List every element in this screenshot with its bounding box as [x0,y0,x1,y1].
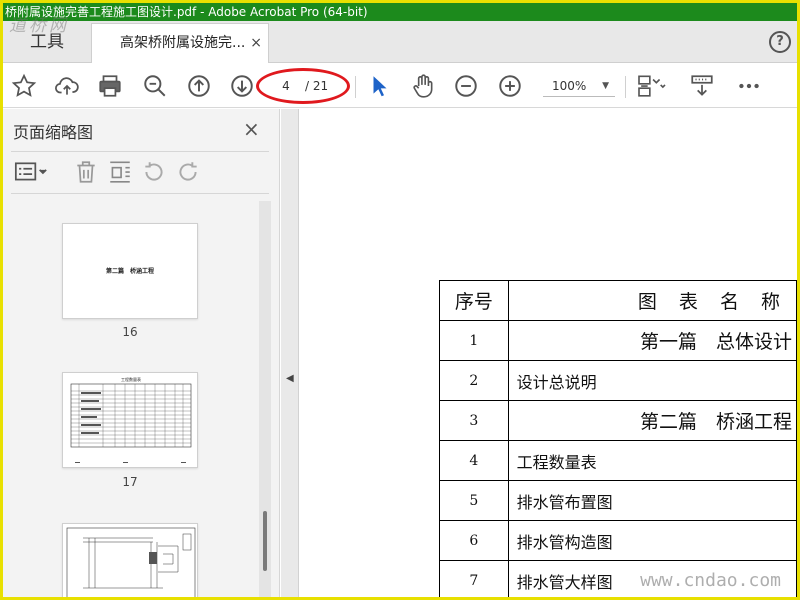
row-name: 第二篇 桥涵工程 [507,400,797,441]
toolbar-divider [355,76,356,98]
app-window: 桥附属设施完善工程施工图设计.pdf - Adobe Acrobat Pro (… [0,0,800,600]
thumbnail-panel: 页面缩略图 × 第二篇 桥涵工程 16 工程数量表 17 [3,109,280,597]
cloud-upload-icon[interactable] [54,73,80,99]
header-no: 序号 [439,280,509,321]
table-row: 1 第一篇 总体设计 [439,320,797,361]
thumbnail-scrollbar[interactable] [259,201,271,597]
table-row: 5 排水管布置图 [439,480,797,521]
tab-document[interactable]: 高架桥附属设施完... × [91,23,269,63]
thumbnail-options-icon[interactable] [13,159,49,185]
hand-icon[interactable] [410,73,436,99]
thumbnail-caption: 工程数量表 [121,376,141,382]
panel-collapse-strip[interactable]: ◀ [281,109,299,597]
site-watermark: 道桥网 [9,16,69,36]
zoom-plus-icon[interactable] [497,73,523,99]
zoom-out-search-icon[interactable] [142,73,168,99]
thumbnail-page-number: 16 [122,325,138,339]
prev-page-icon[interactable] [186,73,212,99]
select-arrow-icon[interactable] [367,73,393,99]
table-row: 3 第二篇 桥涵工程 [439,400,797,441]
zoom-minus-icon[interactable] [453,73,479,99]
row-number: 1 [439,320,509,361]
row-name: 排水管构造图 [507,520,797,561]
zoom-dropdown[interactable]: 100% ▼ [543,75,615,97]
panel-title: 页面缩略图 [13,123,94,142]
insert-page-icon[interactable] [107,159,133,185]
window-title: 桥附属设施完善工程施工图设计.pdf - Adobe Acrobat Pro (… [3,3,797,21]
tab-document-label: 高架桥附属设施完... [120,35,246,51]
page-thumbnail[interactable]: 第二篇 桥涵工程 [62,223,198,319]
panel-divider [11,151,269,152]
chevron-left-icon[interactable]: ◀ [286,373,294,384]
rotate-ccw-icon[interactable] [141,159,167,185]
table-row: 6 排水管构造图 [439,520,797,561]
row-name: 第一篇 总体设计 [507,320,797,361]
row-number: 3 [439,400,509,441]
red-highlight-annotation [256,68,350,104]
zoom-value: 100% [552,79,587,93]
chevron-down-icon: ▼ [602,81,609,91]
document-view[interactable]: 序号 图 表 名 称 1 第一篇 总体设计 2 设计总说明 3 第二篇 桥涵工程… [300,109,797,597]
row-number: 7 [439,560,509,597]
more-icon[interactable] [736,73,762,99]
delete-page-icon[interactable] [73,159,99,185]
thumbnail-table-preview: 工程数量表 [70,376,192,463]
row-name: 设计总说明 [507,360,797,401]
scroll-mode-icon[interactable] [689,73,715,99]
next-page-icon[interactable] [229,73,255,99]
close-tab-icon[interactable]: × [250,24,262,62]
table-row: 2 设计总说明 [439,360,797,401]
scrollbar-thumb[interactable] [263,511,267,571]
star-icon[interactable] [11,73,37,99]
close-panel-icon[interactable]: × [243,117,260,141]
rotate-cw-icon[interactable] [175,159,201,185]
table-row: 4 工程数量表 [439,440,797,481]
site-watermark-url: www.cndao.com [636,570,785,591]
row-number: 4 [439,440,509,481]
panel-divider [11,193,269,194]
row-number: 5 [439,480,509,521]
drawing-index-table: 序号 图 表 名 称 1 第一篇 总体设计 2 设计总说明 3 第二篇 桥涵工程… [439,280,797,597]
main-toolbar: / 21 100% ▼ [3,64,797,108]
page-fit-icon[interactable] [635,73,669,99]
page-thumbnail[interactable]: 工程数量表 [62,372,198,468]
thumbnail-page-number: 17 [122,475,138,489]
toolbar-divider [625,76,626,98]
row-number: 2 [439,360,509,401]
table-header-row: 序号 图 表 名 称 [439,280,797,321]
print-icon[interactable] [97,73,123,99]
page-thumbnail[interactable] [62,523,198,597]
header-name: 图 表 名 称 [507,280,797,321]
row-number: 6 [439,520,509,561]
tab-strip: 工具 高架桥附属设施完... × ? [3,21,797,63]
thumbnail-caption: 第二篇 桥涵工程 [105,268,154,275]
thumbnail-drawing-preview [66,527,196,597]
help-icon[interactable]: ? [769,31,791,53]
row-name: 工程数量表 [507,440,797,481]
row-name: 排水管布置图 [507,480,797,521]
